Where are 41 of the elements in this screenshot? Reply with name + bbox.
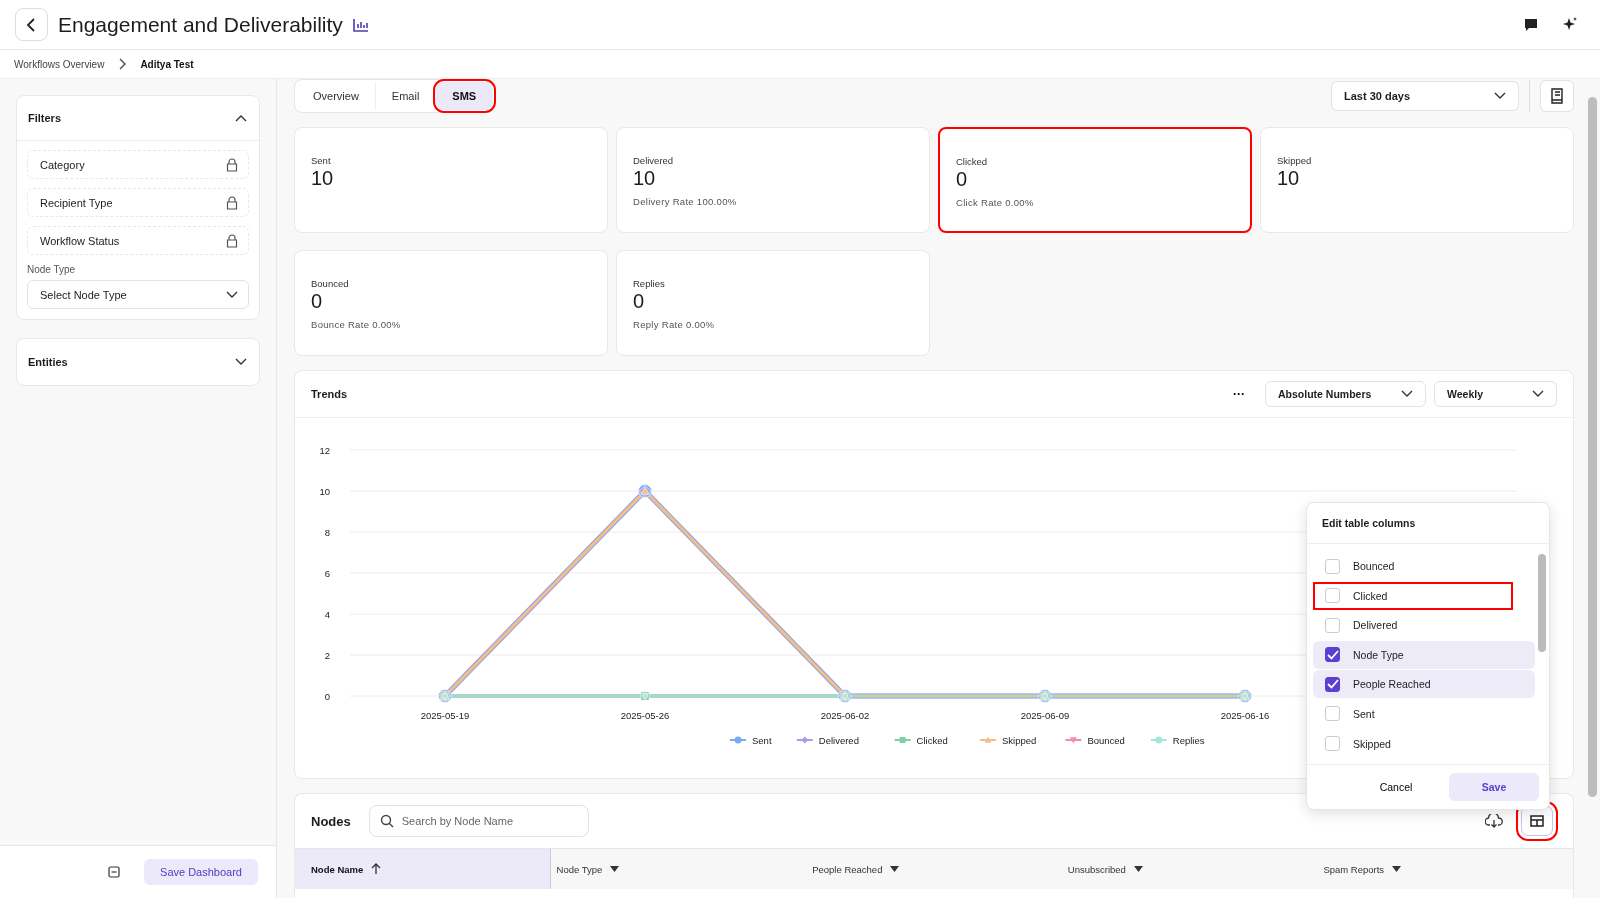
card-title: Nodes bbox=[311, 813, 351, 829]
y-tick-label: 0 bbox=[324, 691, 330, 702]
y-tick-label: 10 bbox=[319, 486, 330, 497]
stat-label: Replies bbox=[633, 278, 665, 289]
legend-label: Replies bbox=[1172, 735, 1205, 746]
field-label: Node Type bbox=[27, 264, 77, 275]
legend-label: Clicked bbox=[916, 735, 948, 746]
x-tick-label: 2025-06-09 bbox=[1020, 710, 1070, 721]
x-tick-label: 2025-05-19 bbox=[420, 710, 470, 721]
stat-label: Clicked bbox=[956, 156, 988, 167]
stat-value: 10 bbox=[311, 167, 334, 190]
y-tick-label: 4 bbox=[324, 609, 330, 620]
stat-value: 0 bbox=[311, 290, 323, 313]
y-tick-label: 8 bbox=[324, 527, 330, 538]
panel-title: Filters bbox=[28, 112, 61, 124]
legend-label: Delivered bbox=[818, 735, 859, 746]
stat-rate: Bounce Rate 0.00% bbox=[311, 319, 401, 330]
stat-label: Sent bbox=[311, 155, 331, 166]
legend-label: Bounced bbox=[1087, 735, 1125, 746]
stat-value: 10 bbox=[633, 167, 656, 190]
stat-label: Skipped bbox=[1277, 155, 1312, 166]
y-tick-label: 12 bbox=[319, 445, 330, 456]
stat-rate: Reply Rate 0.00% bbox=[633, 319, 715, 330]
x-tick-label: 2025-05-26 bbox=[620, 710, 670, 721]
stat-label: Bounced bbox=[311, 278, 349, 289]
stat-label: Delivered bbox=[633, 155, 674, 166]
y-tick-label: 2 bbox=[324, 650, 330, 661]
stat-value: 10 bbox=[1277, 167, 1300, 190]
legend-label: Sent bbox=[752, 735, 772, 746]
legend-label: Skipped bbox=[1002, 735, 1037, 746]
y-tick-label: 6 bbox=[324, 568, 330, 579]
popup-title: Edit table columns bbox=[1307, 503, 1549, 544]
card-title: Trends bbox=[311, 388, 348, 400]
x-tick-label: 2025-06-16 bbox=[1220, 710, 1270, 721]
stat-rate: Delivery Rate 100.00% bbox=[633, 196, 737, 207]
panel-title: Entities bbox=[28, 356, 68, 368]
stat-value: 0 bbox=[956, 168, 968, 191]
stat-value: 0 bbox=[633, 290, 645, 313]
page-title: Engagement and Deliverability bbox=[58, 12, 343, 37]
stat-rate: Click Rate 0.00% bbox=[956, 197, 1034, 208]
x-tick-label: 2025-06-02 bbox=[820, 710, 870, 721]
